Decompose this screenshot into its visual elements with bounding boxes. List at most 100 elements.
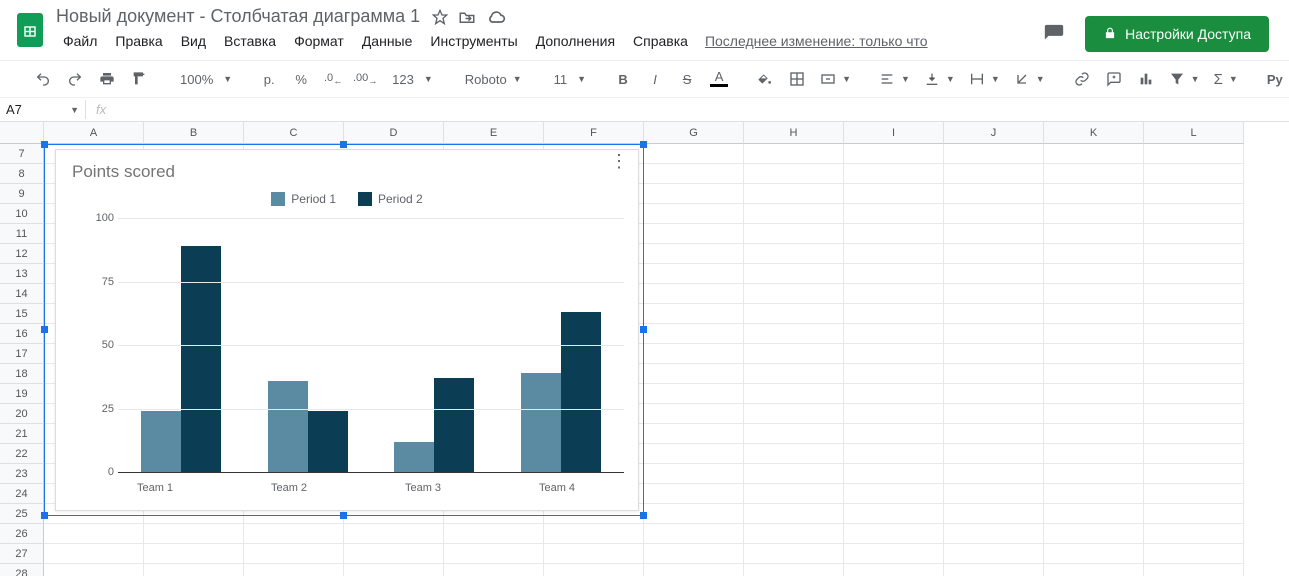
column-header[interactable]: I bbox=[844, 122, 944, 144]
cell[interactable] bbox=[1044, 264, 1144, 284]
cell[interactable] bbox=[944, 384, 1044, 404]
column-header[interactable]: B bbox=[144, 122, 244, 144]
chart-button[interactable] bbox=[1133, 66, 1159, 92]
row-header[interactable]: 7 bbox=[0, 144, 44, 164]
rotate-button[interactable]: ▼ bbox=[1010, 71, 1049, 87]
column-header[interactable]: H bbox=[744, 122, 844, 144]
cell[interactable] bbox=[1144, 444, 1244, 464]
cell[interactable] bbox=[344, 524, 444, 544]
cell[interactable] bbox=[1144, 304, 1244, 324]
cell[interactable] bbox=[644, 504, 744, 524]
cell[interactable] bbox=[644, 144, 744, 164]
cell[interactable] bbox=[644, 364, 744, 384]
row-header[interactable]: 10 bbox=[0, 204, 44, 224]
cell[interactable] bbox=[244, 564, 344, 576]
cell[interactable] bbox=[744, 464, 844, 484]
cell[interactable] bbox=[744, 244, 844, 264]
python-button[interactable]: Py bbox=[1262, 66, 1288, 92]
cell[interactable] bbox=[644, 444, 744, 464]
select-all-corner[interactable] bbox=[0, 122, 44, 144]
comment-button[interactable] bbox=[1101, 66, 1127, 92]
column-header[interactable]: E bbox=[444, 122, 544, 144]
cell[interactable] bbox=[1044, 164, 1144, 184]
cell[interactable] bbox=[844, 364, 944, 384]
resize-handle[interactable] bbox=[41, 512, 48, 519]
column-header[interactable]: K bbox=[1044, 122, 1144, 144]
share-button[interactable]: Настройки Доступа bbox=[1085, 16, 1269, 52]
row-header[interactable]: 21 bbox=[0, 424, 44, 444]
comments-button[interactable] bbox=[1037, 17, 1071, 51]
strike-button[interactable]: S bbox=[674, 66, 700, 92]
zoom-select[interactable]: 100%▼ bbox=[172, 72, 236, 87]
cell[interactable] bbox=[144, 524, 244, 544]
resize-handle[interactable] bbox=[41, 141, 48, 148]
cell[interactable] bbox=[644, 324, 744, 344]
cell[interactable] bbox=[944, 224, 1044, 244]
cell[interactable] bbox=[744, 384, 844, 404]
resize-handle[interactable] bbox=[640, 141, 647, 148]
cell[interactable] bbox=[944, 424, 1044, 444]
cell[interactable] bbox=[1144, 164, 1244, 184]
cloud-status-icon[interactable] bbox=[486, 9, 506, 25]
resize-handle[interactable] bbox=[340, 141, 347, 148]
chart-object[interactable]: ⋮ Points scored Period 1Period 2 0255075… bbox=[44, 144, 644, 516]
cell[interactable] bbox=[844, 384, 944, 404]
cell[interactable] bbox=[244, 524, 344, 544]
cell[interactable] bbox=[1144, 324, 1244, 344]
row-header[interactable]: 26 bbox=[0, 524, 44, 544]
cell[interactable] bbox=[744, 144, 844, 164]
cell[interactable] bbox=[644, 564, 744, 576]
last-edit-link[interactable]: Последнее изменение: только что bbox=[705, 33, 928, 49]
cell[interactable] bbox=[644, 204, 744, 224]
star-icon[interactable] bbox=[432, 9, 448, 25]
cell[interactable] bbox=[944, 504, 1044, 524]
cell[interactable] bbox=[644, 384, 744, 404]
cell[interactable] bbox=[744, 484, 844, 504]
cell[interactable] bbox=[844, 224, 944, 244]
paint-format-button[interactable] bbox=[126, 66, 152, 92]
cell[interactable] bbox=[744, 304, 844, 324]
cell[interactable] bbox=[1044, 304, 1144, 324]
row-header[interactable]: 18 bbox=[0, 364, 44, 384]
cell[interactable] bbox=[844, 524, 944, 544]
column-header[interactable]: C bbox=[244, 122, 344, 144]
cell[interactable] bbox=[844, 444, 944, 464]
cell[interactable] bbox=[744, 224, 844, 244]
cell[interactable] bbox=[1144, 504, 1244, 524]
text-color-button[interactable]: A bbox=[706, 66, 732, 92]
cell[interactable] bbox=[844, 184, 944, 204]
cell[interactable] bbox=[644, 264, 744, 284]
fill-color-button[interactable] bbox=[752, 66, 778, 92]
cell[interactable] bbox=[644, 164, 744, 184]
column-header[interactable]: G bbox=[644, 122, 744, 144]
cell[interactable] bbox=[1044, 524, 1144, 544]
row-header[interactable]: 16 bbox=[0, 324, 44, 344]
cell[interactable] bbox=[844, 464, 944, 484]
cell[interactable] bbox=[944, 404, 1044, 424]
chart-menu-icon[interactable]: ⋮ bbox=[610, 156, 628, 166]
cell[interactable] bbox=[944, 184, 1044, 204]
cell[interactable] bbox=[1044, 144, 1144, 164]
row-header[interactable]: 14 bbox=[0, 284, 44, 304]
h-align-button[interactable]: ▼ bbox=[875, 71, 914, 87]
cell[interactable] bbox=[1144, 264, 1244, 284]
italic-button[interactable]: I bbox=[642, 66, 668, 92]
row-header[interactable]: 27 bbox=[0, 544, 44, 564]
cell[interactable] bbox=[644, 544, 744, 564]
cell[interactable] bbox=[744, 164, 844, 184]
cell[interactable] bbox=[744, 444, 844, 464]
sheets-logo[interactable] bbox=[10, 10, 50, 50]
name-box[interactable]: A7 ▼ bbox=[0, 100, 86, 119]
cell[interactable] bbox=[1044, 344, 1144, 364]
cell[interactable] bbox=[344, 544, 444, 564]
row-header[interactable]: 8 bbox=[0, 164, 44, 184]
cell[interactable] bbox=[644, 484, 744, 504]
cell[interactable] bbox=[544, 524, 644, 544]
cell[interactable] bbox=[1144, 224, 1244, 244]
cell[interactable] bbox=[644, 344, 744, 364]
cell[interactable] bbox=[944, 344, 1044, 364]
cell[interactable] bbox=[1044, 544, 1144, 564]
cell[interactable] bbox=[744, 404, 844, 424]
row-header[interactable]: 23 bbox=[0, 464, 44, 484]
cell[interactable] bbox=[844, 564, 944, 576]
